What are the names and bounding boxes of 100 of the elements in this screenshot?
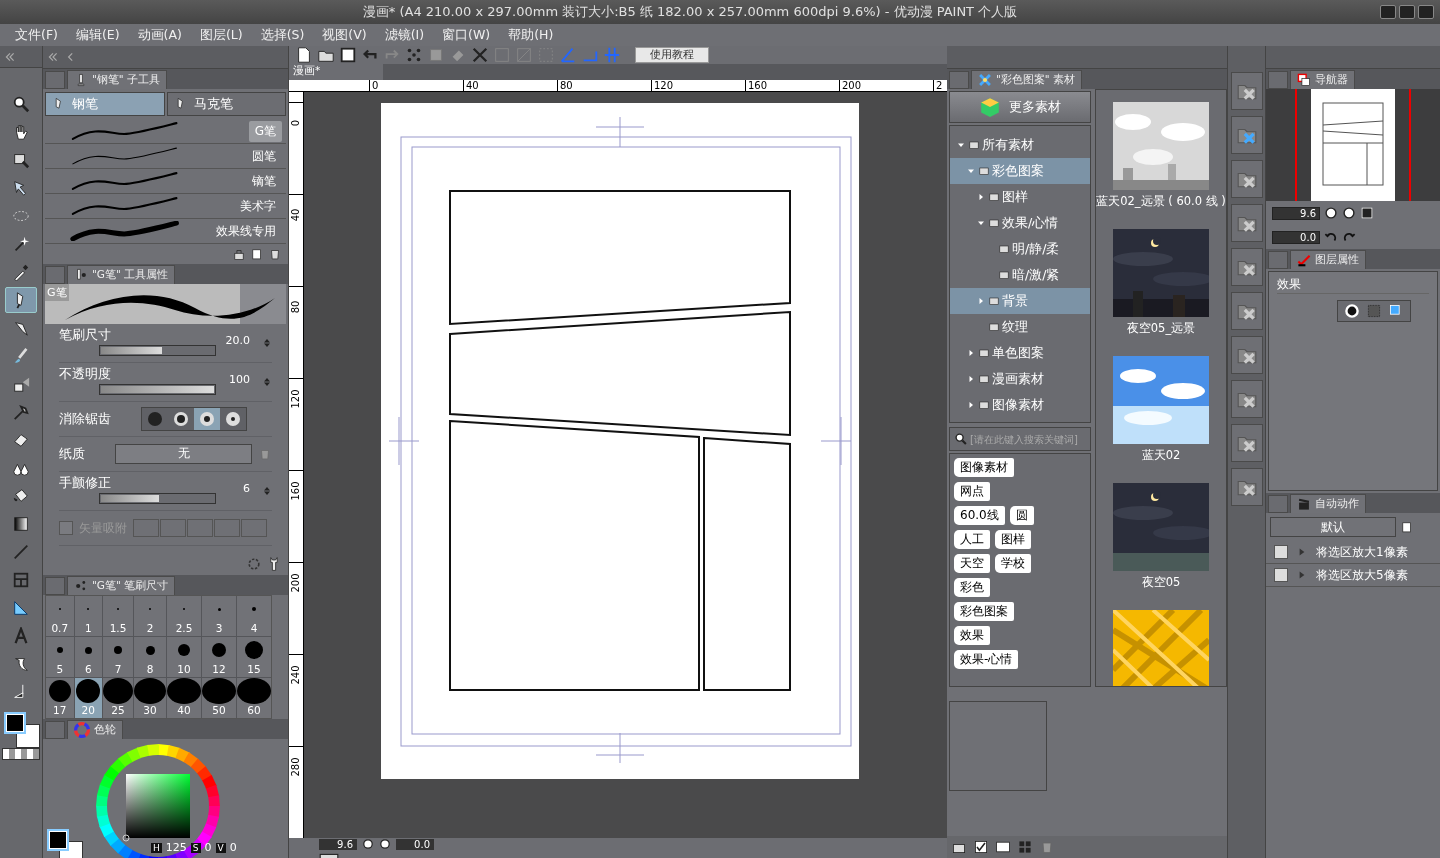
tree-item[interactable]: 背景: [950, 288, 1090, 314]
tag[interactable]: 图像素材: [954, 458, 1014, 477]
list-view-icon[interactable]: [995, 839, 1011, 855]
grid-view-icon[interactable]: [1017, 839, 1033, 855]
brush-size-option[interactable]: 60: [237, 678, 271, 718]
menu-item[interactable]: 选择(S): [251, 26, 314, 44]
tree-item[interactable]: 纹理: [950, 314, 1090, 340]
brush-size-option[interactable]: 8: [134, 637, 166, 677]
zoom-field[interactable]: 9.6: [319, 838, 357, 850]
menu-item[interactable]: 图层(L): [190, 26, 252, 44]
border-effect-icon[interactable]: [1344, 303, 1360, 319]
menu-item[interactable]: 文件(F): [6, 26, 67, 44]
collapse-icon[interactable]: [47, 51, 59, 63]
brush-size-option[interactable]: 5: [46, 637, 74, 677]
checkbox-icon[interactable]: [973, 839, 989, 855]
comic-page-drawing[interactable]: [381, 103, 859, 779]
brush-size-option[interactable]: 6: [74, 637, 102, 677]
brush-size-option[interactable]: 4: [237, 596, 271, 636]
page-thumbnail[interactable]: [1295, 89, 1411, 201]
panel-tab[interactable]: "G笔" 工具属性: [67, 265, 176, 284]
menu-item[interactable]: 窗口(W): [433, 26, 500, 44]
zoom-in-icon[interactable]: [1342, 206, 1356, 220]
close-button[interactable]: [1418, 5, 1434, 19]
angle-field[interactable]: 0.0: [396, 838, 434, 850]
panel-tab[interactable]: 导航器: [1290, 70, 1355, 89]
panel-tab[interactable]: 自动动作: [1290, 494, 1366, 513]
brush-size-option[interactable]: 17: [46, 678, 74, 718]
checkbox[interactable]: [1274, 568, 1288, 582]
maximize-button[interactable]: [1399, 5, 1415, 19]
action-label[interactable]: 将选区放大1像素: [1316, 543, 1408, 561]
tag[interactable]: 图样: [995, 530, 1031, 549]
material-folder-button[interactable]: [1230, 204, 1263, 242]
menu-item[interactable]: 帮助(H): [499, 26, 563, 44]
material-folder-button[interactable]: [1230, 336, 1263, 374]
menu-item[interactable]: 动画(A): [128, 26, 191, 44]
tag[interactable]: 彩色: [954, 578, 990, 597]
dots-icon[interactable]: [405, 46, 423, 64]
tree-item[interactable]: 单色图案: [950, 340, 1090, 366]
panel-tab[interactable]: 色轮: [67, 720, 123, 739]
tree-item[interactable]: 所有素材: [950, 132, 1090, 158]
zoom-field[interactable]: 9.6: [1272, 206, 1320, 220]
menu-item[interactable]: 编辑(E): [66, 26, 129, 44]
material-folder-button[interactable]: [1230, 160, 1263, 198]
tag[interactable]: 学校: [995, 554, 1031, 573]
brush-size-option[interactable]: 1.5: [103, 596, 133, 636]
brush-size-option[interactable]: 12: [202, 637, 236, 677]
tag[interactable]: 网点: [954, 482, 990, 501]
zoom-out-icon[interactable]: [362, 838, 374, 850]
panel-tab[interactable]: "彩色图案" 素材: [971, 70, 1082, 89]
slider[interactable]: [99, 345, 216, 356]
tag[interactable]: 天空: [954, 554, 990, 573]
tag[interactable]: 效果-心情: [954, 650, 1019, 669]
action-label[interactable]: 将选区放大5像素: [1316, 566, 1408, 584]
tree-item[interactable]: 图像素材: [950, 392, 1090, 418]
material-folder-button[interactable]: [1230, 72, 1263, 110]
brush-size-option[interactable]: 2: [134, 596, 166, 636]
tool-group-tab[interactable]: 马克笔: [166, 92, 286, 116]
material-folder-button[interactable]: [1230, 380, 1263, 418]
save-icon[interactable]: [339, 46, 357, 64]
brush-size-option[interactable]: 0.7: [46, 596, 74, 636]
material-folder-button[interactable]: [1230, 248, 1263, 286]
action-set-dropdown[interactable]: 默认: [1270, 517, 1396, 537]
checkbox[interactable]: [1274, 545, 1288, 559]
collapse-icon[interactable]: [4, 50, 16, 63]
transparent-swatch[interactable]: [2, 748, 40, 760]
antialias-option[interactable]: [194, 408, 220, 430]
angle-field[interactable]: 0.0: [1272, 230, 1320, 244]
brush-size-option[interactable]: 50: [202, 678, 236, 718]
lock-icon[interactable]: [232, 247, 246, 261]
brush-size-option[interactable]: 2.5: [167, 596, 201, 636]
copy-icon[interactable]: [1400, 520, 1414, 534]
tool-group-tab[interactable]: 钢笔: [45, 92, 165, 116]
zoom-out-icon[interactable]: [1324, 206, 1338, 220]
tree-item[interactable]: 漫画素材: [950, 366, 1090, 392]
panel-tab[interactable]: "钢笔" 子工具: [67, 70, 167, 89]
panel-tab[interactable]: 图层属性: [1290, 250, 1366, 269]
brush-size-option[interactable]: 25: [103, 678, 133, 718]
material-folder-button[interactable]: [1230, 116, 1263, 154]
copy-icon[interactable]: [250, 247, 264, 261]
tutorial-button[interactable]: 使用教程: [635, 47, 709, 63]
brush-size-option[interactable]: 20: [74, 678, 102, 718]
tree-item[interactable]: 明/静/柔: [950, 236, 1090, 262]
brush-size-option[interactable]: 3: [202, 596, 236, 636]
brush-size-option[interactable]: 15: [237, 637, 271, 677]
tool-button[interactable]: [5, 287, 37, 313]
menu-item[interactable]: 滤镜(I): [375, 26, 434, 44]
brush-size-option[interactable]: 7: [103, 637, 133, 677]
brush-item[interactable]: 镝笔: [246, 170, 282, 192]
brush-item[interactable]: 美术字: [234, 195, 282, 217]
brush-item[interactable]: 效果线专用: [210, 220, 282, 242]
panel-tab[interactable]: "G笔" 笔刷尺寸: [67, 576, 176, 595]
slider[interactable]: [99, 493, 216, 504]
brush-item[interactable]: 圆笔: [246, 145, 282, 167]
brush-size-option[interactable]: 1: [74, 596, 102, 636]
tag[interactable]: 彩色图案: [954, 602, 1014, 621]
tag[interactable]: 人工: [954, 530, 990, 549]
brush-size-option[interactable]: 10: [167, 637, 201, 677]
material-folder-button[interactable]: [1230, 468, 1263, 506]
more-materials-button[interactable]: 更多素材: [949, 91, 1091, 123]
tree-item[interactable]: 彩色图案: [950, 158, 1090, 184]
